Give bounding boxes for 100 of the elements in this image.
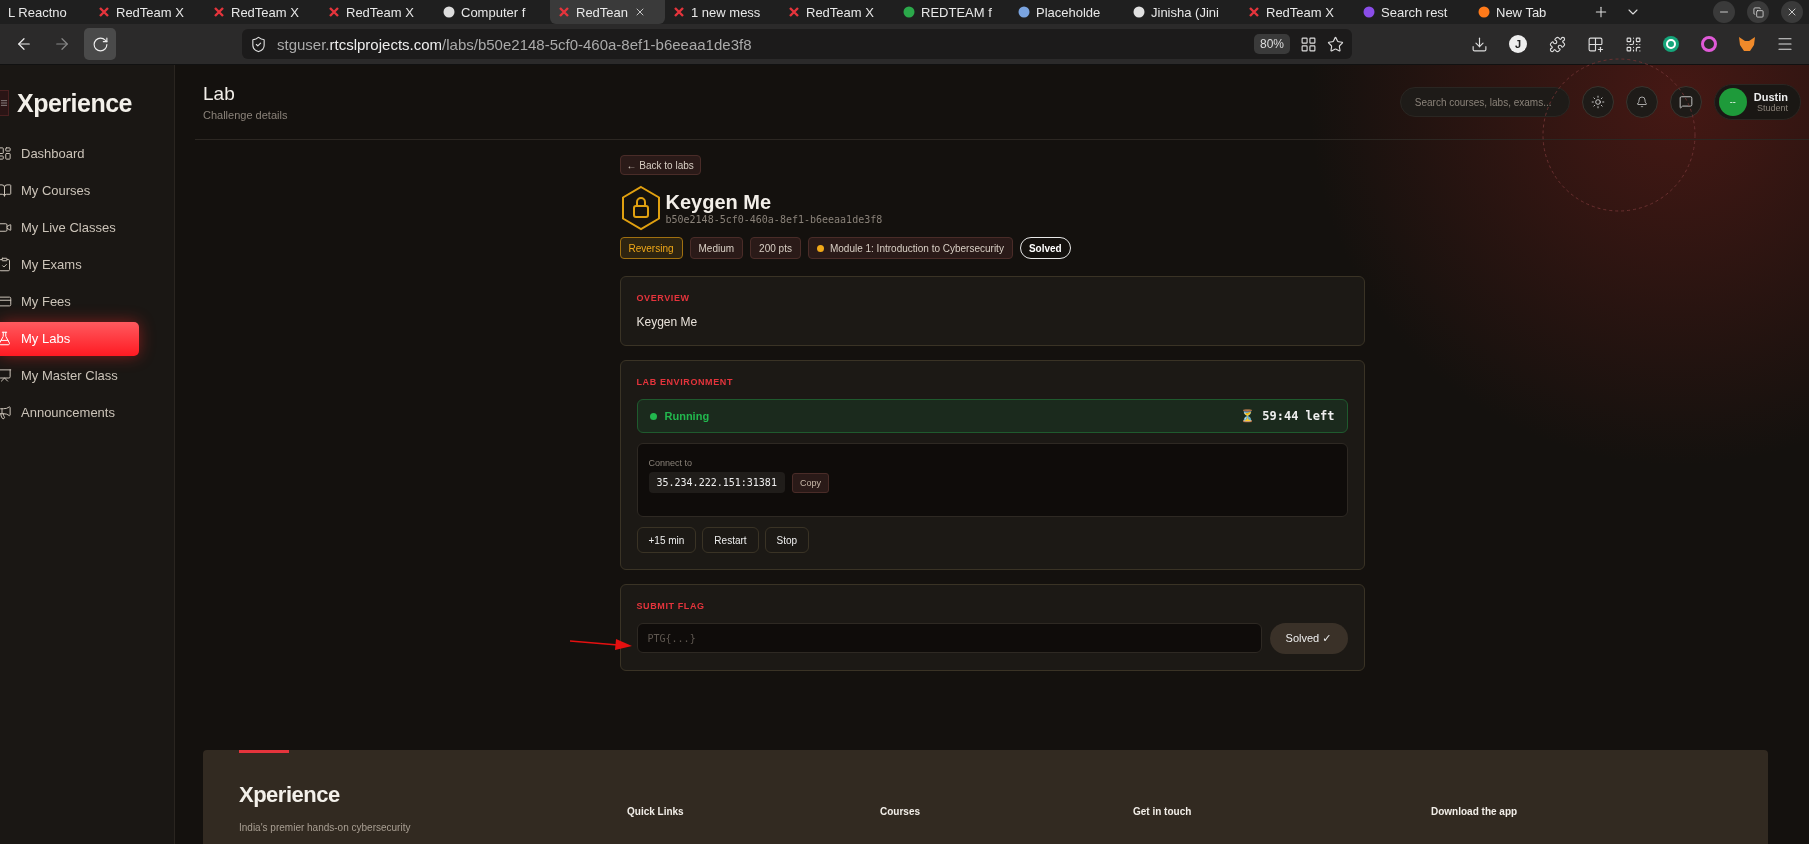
sidebar-item[interactable]: My Courses xyxy=(0,173,139,208)
browser-tab[interactable]: REDTEAM f xyxy=(895,0,1010,24)
site-favicon-icon xyxy=(443,6,455,18)
bookmark-star-icon xyxy=(1327,35,1344,53)
browser-tab[interactable]: Computer f xyxy=(435,0,550,24)
action-button[interactable]: +15 min xyxy=(636,527,697,553)
sun-icon xyxy=(1590,95,1605,109)
sidebar-item[interactable]: Announcements xyxy=(0,395,139,430)
forward-arrow-icon xyxy=(53,35,71,53)
redteam-favicon-icon xyxy=(1248,6,1260,18)
solved-button[interactable]: Solved ✓ xyxy=(1269,623,1348,654)
download-icon xyxy=(1470,35,1488,53)
browser-tab[interactable]: RedTeam X xyxy=(90,0,205,24)
messages-button[interactable] xyxy=(1669,86,1702,118)
action-button[interactable]: Restart xyxy=(702,527,759,553)
site-favicon-icon xyxy=(1363,6,1375,18)
footer-column-heading: Quick Links xyxy=(627,806,685,819)
sidebar-item[interactable]: My Fees xyxy=(0,284,139,319)
book-icon xyxy=(0,183,12,198)
logo: Xperience xyxy=(17,88,132,118)
browser-tab[interactable]: Jinisha (Jini xyxy=(1125,0,1240,24)
sidebar-item[interactable]: My Master Class xyxy=(0,358,139,393)
bell-icon xyxy=(1635,96,1648,108)
chat-bubble-icon xyxy=(1678,95,1693,109)
overview-text: Keygen Me xyxy=(636,315,699,329)
grid-plus-icon xyxy=(1586,35,1604,53)
section-heading: LAB ENVIRONMENT xyxy=(636,377,734,387)
browser-tab[interactable]: RedTeam X xyxy=(205,0,320,24)
footer-column-heading: Courses xyxy=(880,806,921,819)
browser-tab[interactable]: L Reactno xyxy=(0,0,90,24)
notifications-button[interactable] xyxy=(1625,86,1658,118)
search-field[interactable]: Search courses, labs, exams... xyxy=(1399,87,1570,117)
sidebar-item[interactable]: My Live Classes xyxy=(0,210,139,245)
site-favicon-icon xyxy=(1478,6,1490,18)
menu-icon xyxy=(1776,35,1794,53)
footer-tagline: India's premier hands-on cybersecurity xyxy=(239,822,412,833)
qr-code-icon xyxy=(1624,35,1642,53)
browser-tab[interactable]: Placeholde xyxy=(1010,0,1125,24)
restore-button[interactable] xyxy=(1747,1,1769,23)
sidebar-toggle-button[interactable] xyxy=(0,90,9,116)
shield-icon xyxy=(250,35,267,53)
page-title: Lab xyxy=(203,83,236,105)
sidebar-item[interactable]: My Labs xyxy=(0,321,139,356)
tag: 200 pts xyxy=(750,237,801,259)
url-text: stguser.rtcslprojects.com/labs/b50e2148-5cf0-460a-8ef1-b6eeaa1de3f8 xyxy=(277,35,753,53)
footer-column-heading: Download the app xyxy=(1431,806,1519,819)
browser-tab[interactable]: 1 new mess xyxy=(665,0,780,24)
browser-tab[interactable]: New Tab xyxy=(1470,0,1585,24)
site-favicon-icon xyxy=(903,6,915,18)
lab-title: Keygen Me xyxy=(665,191,773,214)
footer-logo: Xperience xyxy=(239,782,341,808)
browser-tab[interactable]: RedTeam X xyxy=(780,0,895,24)
tag: Module 1: Introduction to Cybersecurity xyxy=(807,237,1013,259)
hexagon-lock-icon xyxy=(619,185,662,231)
zoom-level-button[interactable]: 80% xyxy=(1253,34,1290,54)
lab-id: b50e2148-5cf0-460a-8ef1-b6eeaa1de3f8 xyxy=(665,214,883,225)
action-button[interactable]: Stop xyxy=(764,527,810,553)
user-menu[interactable]: -- Dustin Student xyxy=(1713,84,1801,120)
color-ring-icon xyxy=(1700,35,1718,53)
time-left: ⏳ 59:44 left xyxy=(1240,409,1335,423)
footer-column-heading: Get in touch xyxy=(1133,806,1193,819)
user-name: Dustin xyxy=(1753,91,1788,103)
theme-toggle-button[interactable] xyxy=(1581,86,1614,118)
browser-tab[interactable]: RedTeam X xyxy=(320,0,435,24)
redteam-favicon-icon xyxy=(328,6,340,18)
accent-bar xyxy=(239,750,289,753)
site-favicon-icon xyxy=(1018,6,1030,18)
tag: Reversing xyxy=(619,237,683,259)
browser-tab[interactable]: RedTean xyxy=(550,0,665,24)
flask-icon xyxy=(0,331,12,346)
redteam-favicon-icon xyxy=(788,6,800,18)
dot-icon xyxy=(816,244,824,252)
close-button[interactable] xyxy=(1781,1,1803,23)
megaphone-icon xyxy=(0,405,12,420)
copy-button[interactable]: Copy xyxy=(791,472,829,493)
flag-input-field[interactable]: PTG{...} xyxy=(636,623,1262,653)
minimize-button[interactable] xyxy=(1713,1,1735,23)
sidebar-item[interactable]: Dashboard xyxy=(0,136,139,171)
address-bar[interactable]: stguser.rtcslprojects.com/labs/b50e2148-5cf0-460a-8ef1-b6eeaa1de3f8 80% xyxy=(242,29,1352,59)
sidebar-item[interactable]: My Exams xyxy=(0,247,139,282)
connect-label: Connect to xyxy=(648,458,694,468)
profile-button[interactable]: J xyxy=(1509,35,1527,53)
section-heading: OVERVIEW xyxy=(636,293,691,303)
restore-icon xyxy=(1752,6,1764,18)
redteam-favicon-icon xyxy=(673,6,685,18)
credit-card-icon xyxy=(0,294,12,309)
section-heading: SUBMIT FLAG xyxy=(636,601,706,611)
site-favicon-icon xyxy=(1133,6,1145,18)
close-icon xyxy=(1786,6,1798,18)
browser-tab[interactable]: RedTeam X xyxy=(1240,0,1355,24)
browser-tab[interactable]: Search rest xyxy=(1355,0,1470,24)
arrow-drawing xyxy=(570,638,632,650)
fox-icon xyxy=(1738,36,1756,52)
grid-icon xyxy=(1300,35,1317,53)
reload-button[interactable] xyxy=(84,28,116,60)
menu-icon xyxy=(0,99,8,107)
puzzle-icon xyxy=(1548,35,1566,53)
avatar: -- xyxy=(1718,88,1747,116)
back-to-labs-button[interactable]: ← Back to labs xyxy=(619,155,701,175)
redteam-favicon-icon xyxy=(98,6,110,18)
